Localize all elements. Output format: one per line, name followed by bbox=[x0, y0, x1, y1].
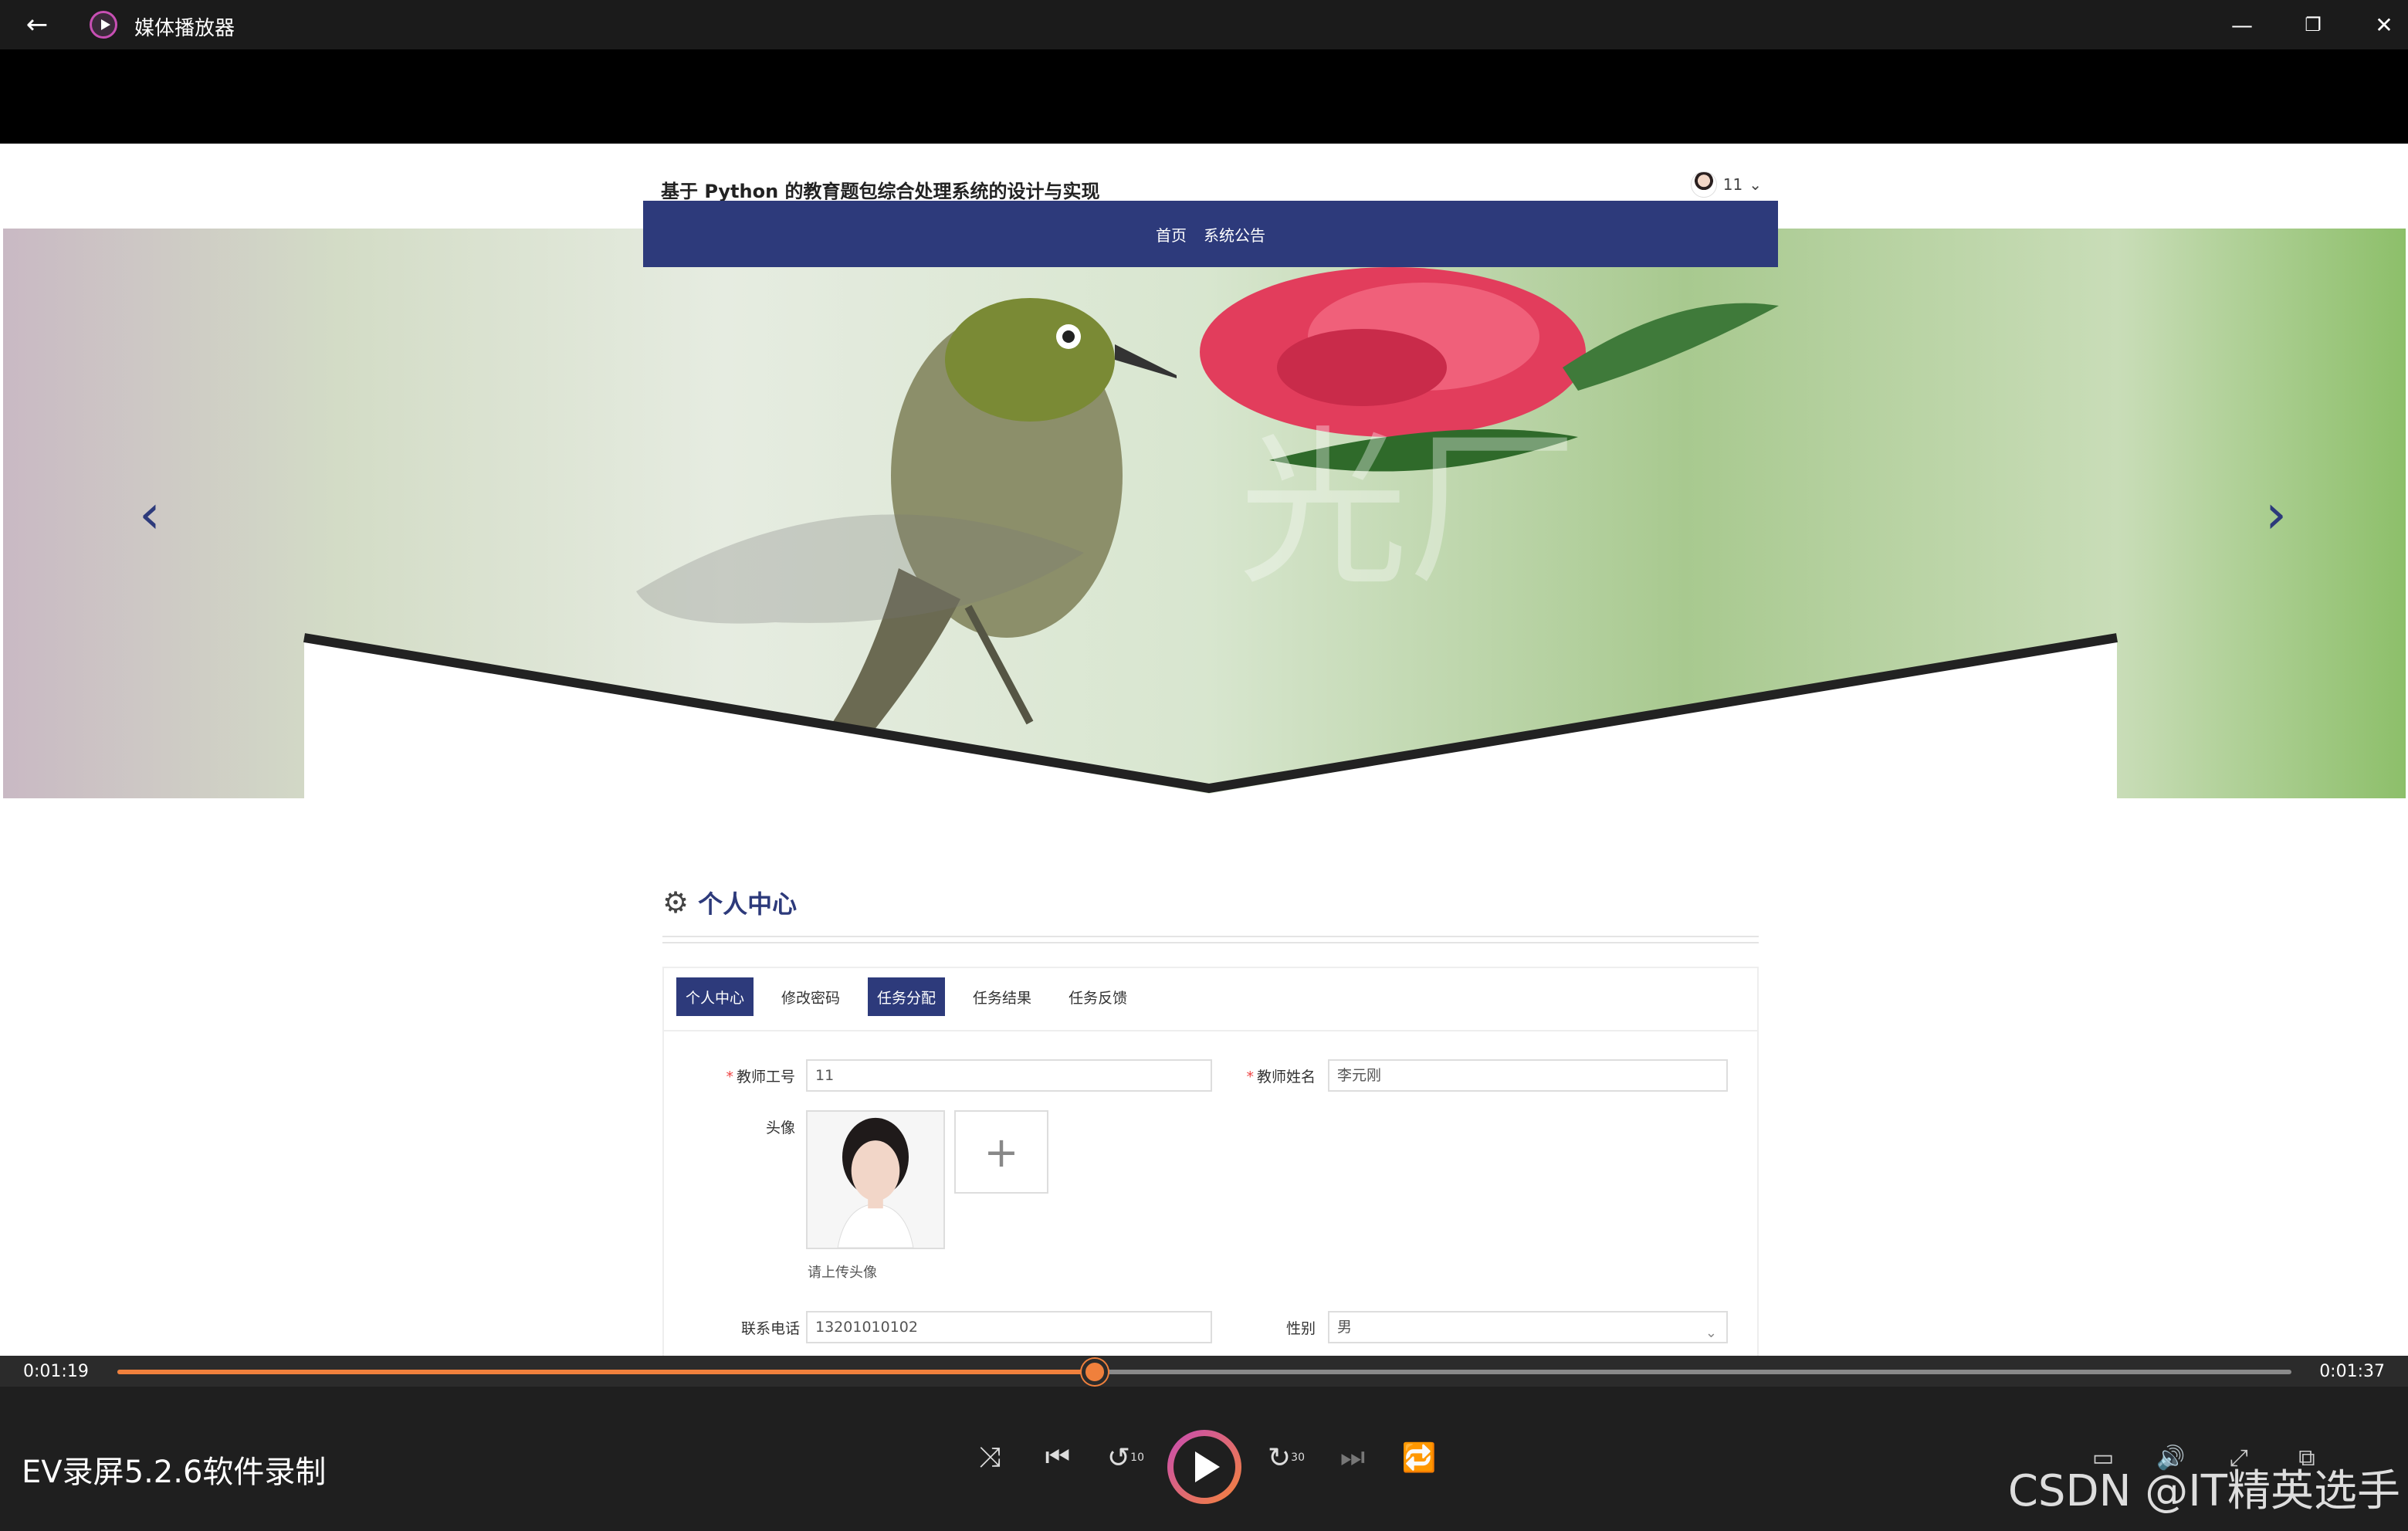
seek-progress bbox=[117, 1370, 1096, 1374]
media-title: EV录屏5.2.6软件录制 bbox=[22, 1455, 327, 1490]
svg-text:光厂: 光厂 bbox=[1238, 411, 1578, 608]
back-arrow-icon[interactable]: ← bbox=[20, 9, 54, 40]
section-heading: ⚙ 个人中心 bbox=[662, 885, 797, 920]
rewind-10-icon[interactable]: ↺ 10 bbox=[1102, 1434, 1149, 1481]
chevron-down-icon: ⌄ bbox=[1705, 1325, 1717, 1341]
avatar-portrait bbox=[808, 1112, 943, 1248]
gender-select[interactable]: 男 ⌄ bbox=[1328, 1311, 1728, 1343]
carousel-prev-icon[interactable]: ‹ bbox=[127, 483, 173, 545]
phone-field[interactable]: 13201010102 bbox=[806, 1311, 1212, 1343]
teacher-name-label: * 教师姓名 bbox=[1246, 1069, 1316, 1086]
seek-thumb[interactable] bbox=[1082, 1359, 1109, 1385]
user-menu[interactable]: 11 ⌄ bbox=[1690, 171, 1762, 198]
tab-task-feedback[interactable]: 任务反馈 bbox=[1059, 977, 1136, 1016]
video-frame: 基于 Python 的教育题包综合处理系统的设计与实现 11 ⌄ 光厂 ‹ › … bbox=[0, 144, 2408, 1356]
tab-task-assignment[interactable]: 任务分配 bbox=[868, 977, 946, 1016]
current-time: 0:01:19 bbox=[23, 1362, 89, 1381]
gender-value: 男 bbox=[1337, 1319, 1353, 1336]
app-title: 媒体播放器 bbox=[134, 17, 235, 40]
banner-carousel: 光厂 ‹ › bbox=[3, 229, 2406, 798]
forward-30-icon[interactable]: ↻ 30 bbox=[1263, 1434, 1309, 1481]
csdn-watermark: CSDN @IT精英选手 bbox=[2007, 1466, 2400, 1516]
main-nav: 首页 系统公告 bbox=[643, 201, 1778, 267]
gender-label: 性别 bbox=[1285, 1320, 1316, 1337]
player-controls: EV录屏5.2.6软件录制 ⤨ ⏮ ↺ 10 ↻ 30 ⏭ 🔁 ▭ 🔊 ⤢ ⧉ CS… bbox=[0, 1387, 2408, 1531]
tab-personal-center[interactable]: 个人中心 bbox=[676, 977, 754, 1016]
avatar-hint: 请上传头像 bbox=[808, 1265, 877, 1281]
restore-icon[interactable]: ❐ bbox=[2290, 6, 2336, 43]
play-icon bbox=[1174, 1436, 1235, 1498]
nav-item-announcements[interactable]: 系统公告 bbox=[1204, 223, 1265, 246]
minimize-icon[interactable]: — bbox=[2219, 6, 2265, 43]
tab-task-results[interactable]: 任务结果 bbox=[964, 977, 1041, 1016]
avatar-image[interactable] bbox=[806, 1110, 945, 1249]
nav-item-home[interactable]: 首页 bbox=[1156, 223, 1187, 246]
teacher-id-field[interactable]: 11 bbox=[806, 1059, 1212, 1092]
avatar-label: 头像 bbox=[765, 1119, 795, 1136]
tab-change-password[interactable]: 修改密码 bbox=[772, 977, 849, 1016]
total-time: 0:01:37 bbox=[2319, 1362, 2385, 1381]
close-icon[interactable]: ✕ bbox=[2361, 6, 2407, 43]
phone-label: 联系电话 bbox=[740, 1320, 800, 1337]
profile-panel: 个人中心 修改密码 任务分配 任务结果 任务反馈 * 教师工号 11 * 教师姓名 … bbox=[662, 967, 1759, 1356]
banner-fold-shape: 光厂 bbox=[303, 411, 2118, 798]
profile-tabs: 个人中心 修改密码 任务分配 任务结果 任务反馈 bbox=[676, 977, 1136, 1016]
shuffle-icon[interactable]: ⤨ bbox=[967, 1434, 1013, 1481]
upload-plus-icon[interactable]: + bbox=[954, 1110, 1048, 1194]
tabs-divider bbox=[664, 1030, 1757, 1031]
seek-bar: 0:01:19 0:01:37 bbox=[0, 1356, 2408, 1387]
teacher-id-label: * 教师工号 bbox=[726, 1069, 795, 1086]
title-bar: ← 媒体播放器 — ❐ ✕ bbox=[0, 0, 2408, 49]
chevron-down-icon: ⌄ bbox=[1749, 175, 1762, 194]
next-icon[interactable]: ⏭ bbox=[1329, 1434, 1376, 1481]
teacher-name-field[interactable]: 李元刚 bbox=[1328, 1059, 1728, 1092]
site-title: 基于 Python 的教育题包综合处理系统的设计与实现 bbox=[661, 181, 1100, 202]
repeat-icon[interactable]: 🔁 bbox=[1396, 1434, 1442, 1481]
media-player-app-icon bbox=[90, 11, 117, 39]
seek-track[interactable] bbox=[117, 1370, 2291, 1374]
page-title: 个人中心 bbox=[698, 889, 798, 919]
carousel-next-icon[interactable]: › bbox=[2253, 483, 2299, 545]
user-name: 11 bbox=[1722, 175, 1743, 194]
user-avatar bbox=[1690, 171, 1717, 198]
previous-icon[interactable]: ⏮ bbox=[1035, 1434, 1081, 1481]
media-player-window: ← 媒体播放器 — ❐ ✕ 基于 Python 的教育题包综合处理系统的设计与实… bbox=[0, 0, 2408, 1531]
section-divider bbox=[662, 936, 1759, 943]
gear-icon: ⚙ bbox=[662, 886, 689, 920]
play-button[interactable] bbox=[1167, 1430, 1241, 1504]
